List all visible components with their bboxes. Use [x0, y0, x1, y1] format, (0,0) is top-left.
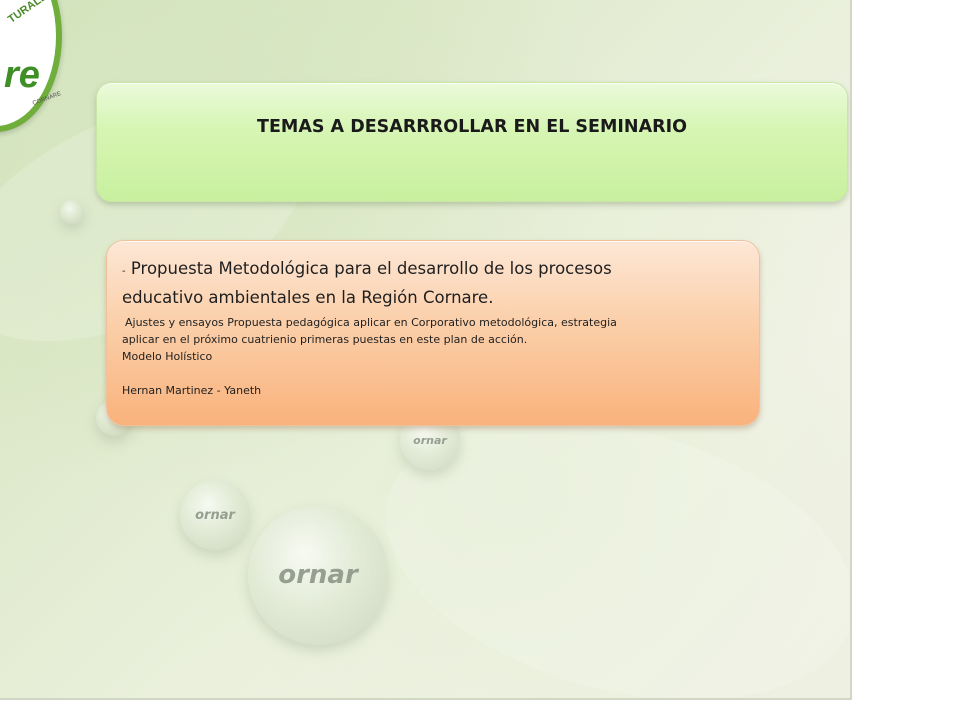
logo-arc-text: TURALEZA [6, 0, 62, 26]
water-drop-logo: ornar [248, 505, 388, 645]
cornare-logo: TURALEZA re CORNARE [0, 0, 62, 132]
content-box: - Propuesta Metodológica para el desarro… [106, 240, 760, 426]
title-box: TEMAS A DESARRROLLAR EN EL SEMINARIO [96, 82, 848, 202]
content-authors-line: Hernan Martinez - Yaneth [122, 384, 262, 397]
content-detail-line-2: aplicar en el próximo cuatrienio primera… [122, 333, 528, 346]
content-main-line-2: educativo ambientales en la Región Corna… [122, 288, 494, 307]
content-model-line: Modelo Holístico [122, 350, 213, 363]
content-main-line-1: - Propuesta Metodológica para el desarro… [122, 259, 612, 278]
slide-canvas: ornar ornar ornar TURALEZA re CORNARE TE… [0, 0, 852, 700]
slide-title: TEMAS A DESARRROLLAR EN EL SEMINARIO [257, 117, 687, 137]
content-detail-line-1: Ajustes y ensayos Propuesta pedagógica a… [125, 316, 617, 329]
water-drop [60, 200, 84, 224]
logo-main-text: re [4, 54, 40, 96]
bullet-dash: - [122, 266, 126, 277]
water-drop-logo: ornar [180, 480, 250, 550]
